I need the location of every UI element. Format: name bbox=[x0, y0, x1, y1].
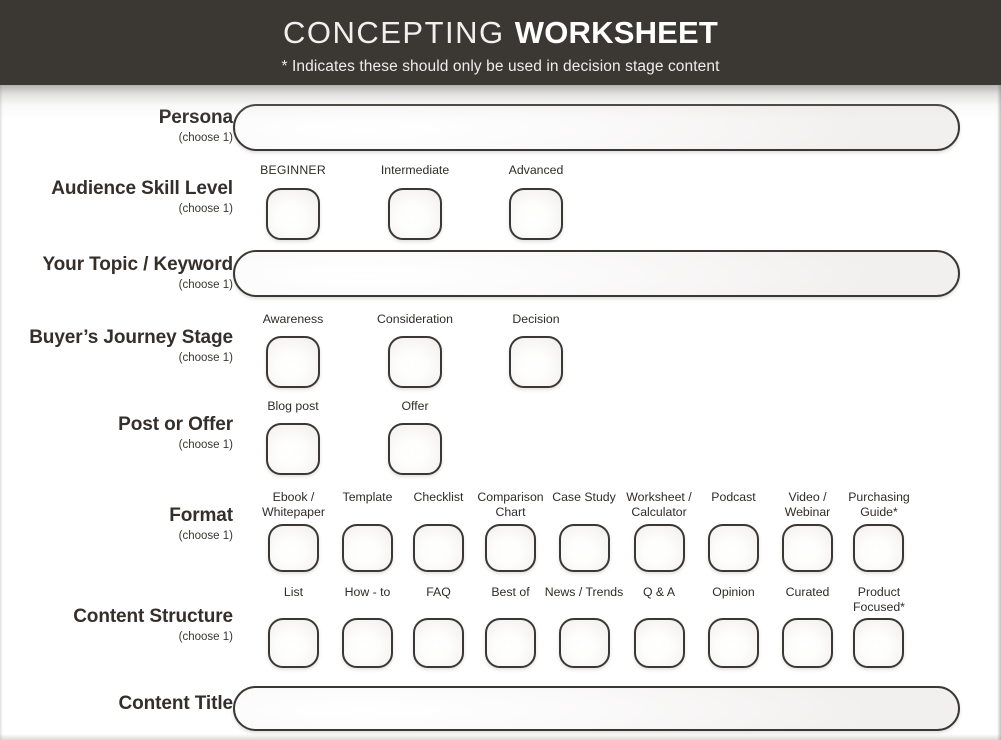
checkbox-worksheet-calculator[interactable] bbox=[634, 524, 685, 572]
checkbox-blog-post[interactable] bbox=[266, 423, 320, 475]
label-persona-sub: (choose 1) bbox=[178, 131, 233, 144]
label-content-structure-main: Content Structure bbox=[73, 606, 233, 627]
checkbox-product-focused[interactable] bbox=[853, 618, 904, 668]
label-buyers-journey-stage: Buyer’s Journey Stage (choose 1) bbox=[0, 328, 233, 365]
label-topic-keyword-main: Your Topic / Keyword bbox=[42, 254, 234, 275]
label-format-sub: (choose 1) bbox=[178, 529, 233, 542]
label-content-title-main: Content Title bbox=[118, 693, 234, 714]
checkbox-podcast[interactable] bbox=[708, 524, 759, 572]
page-subtitle: * Indicates these should only be used in… bbox=[281, 58, 720, 75]
persona-input[interactable] bbox=[233, 104, 960, 151]
option-label-product-focused: Product Focused* bbox=[853, 585, 905, 614]
checkbox-beginner[interactable] bbox=[266, 188, 320, 240]
label-buyers-journey-stage-sub: (choose 1) bbox=[178, 351, 233, 364]
label-audience-skill-level-sub: (choose 1) bbox=[178, 202, 233, 215]
checkbox-ebook-whitepaper[interactable] bbox=[268, 524, 319, 572]
checkbox-advanced[interactable] bbox=[509, 188, 563, 240]
label-format-main: Format bbox=[169, 505, 233, 526]
checkbox-intermediate[interactable] bbox=[388, 188, 442, 240]
label-format: Format (choose 1) bbox=[0, 506, 233, 543]
label-audience-skill-level: Audience Skill Level (choose 1) bbox=[0, 179, 233, 216]
checkbox-curated[interactable] bbox=[782, 618, 833, 668]
page-title: CONCEPTING WORKSHEET bbox=[0, 0, 1001, 48]
checkbox-decision[interactable] bbox=[509, 336, 563, 388]
worksheet-page: CONCEPTING WORKSHEET * Indicates these s… bbox=[0, 0, 1001, 740]
checkbox-list[interactable] bbox=[268, 618, 319, 668]
checkbox-opinion[interactable] bbox=[708, 618, 759, 668]
label-topic-keyword-sub: (choose 1) bbox=[178, 278, 233, 291]
option-label-blog-post: Blog post bbox=[267, 399, 319, 413]
checkbox-checklist[interactable] bbox=[413, 524, 464, 572]
option-label-awareness: Awareness bbox=[262, 312, 324, 326]
label-audience-skill-level-main: Audience Skill Level bbox=[51, 178, 233, 199]
checkbox-awareness[interactable] bbox=[266, 336, 320, 388]
page-title-bold: WORKSHEET bbox=[514, 15, 719, 50]
label-content-structure: Content Structure (choose 1) bbox=[0, 607, 233, 644]
checkbox-best-of[interactable] bbox=[485, 618, 536, 668]
option-label-advanced: Advanced bbox=[508, 163, 564, 177]
label-content-title: Content Title bbox=[0, 693, 234, 714]
topic-keyword-input[interactable] bbox=[233, 250, 960, 297]
label-post-or-offer: Post or Offer (choose 1) bbox=[0, 415, 233, 452]
checkbox-offer[interactable] bbox=[388, 423, 442, 475]
checkbox-consideration[interactable] bbox=[388, 336, 442, 388]
sheet-edge-bottom bbox=[0, 734, 1001, 740]
option-label-offer: Offer bbox=[401, 399, 429, 413]
checkbox-q-and-a[interactable] bbox=[634, 618, 685, 668]
page-title-thin: CONCEPTING bbox=[282, 15, 505, 50]
content-title-input[interactable] bbox=[233, 686, 960, 731]
label-persona: Persona (choose 1) bbox=[0, 108, 233, 145]
checkbox-news-trends[interactable] bbox=[559, 618, 610, 668]
checkbox-video-webinar[interactable] bbox=[782, 524, 833, 572]
option-label-consideration: Consideration bbox=[377, 312, 453, 326]
label-content-structure-sub: (choose 1) bbox=[178, 630, 233, 643]
label-buyers-journey-stage-main: Buyer’s Journey Stage bbox=[29, 327, 233, 348]
label-post-or-offer-main: Post or Offer bbox=[118, 414, 233, 435]
page-header: CONCEPTING WORKSHEET * Indicates these s… bbox=[0, 0, 1001, 85]
checkbox-comparison-chart[interactable] bbox=[485, 524, 536, 572]
option-label-purchasing-guide: Purchasing Guide* bbox=[848, 490, 910, 519]
checkbox-how-to[interactable] bbox=[342, 618, 393, 668]
checkbox-case-study[interactable] bbox=[559, 524, 610, 572]
sheet-edge-right bbox=[997, 85, 1001, 740]
checkbox-purchasing-guide[interactable] bbox=[853, 524, 904, 572]
label-persona-main: Persona bbox=[158, 107, 233, 128]
checkbox-faq[interactable] bbox=[413, 618, 464, 668]
label-post-or-offer-sub: (choose 1) bbox=[178, 438, 233, 451]
option-label-beginner: BEGINNER bbox=[260, 163, 326, 177]
option-label-intermediate: Intermediate bbox=[380, 163, 450, 177]
option-label-decision: Decision bbox=[512, 312, 560, 326]
checkbox-template[interactable] bbox=[342, 524, 393, 572]
label-topic-keyword: Your Topic / Keyword (choose 1) bbox=[0, 254, 234, 292]
